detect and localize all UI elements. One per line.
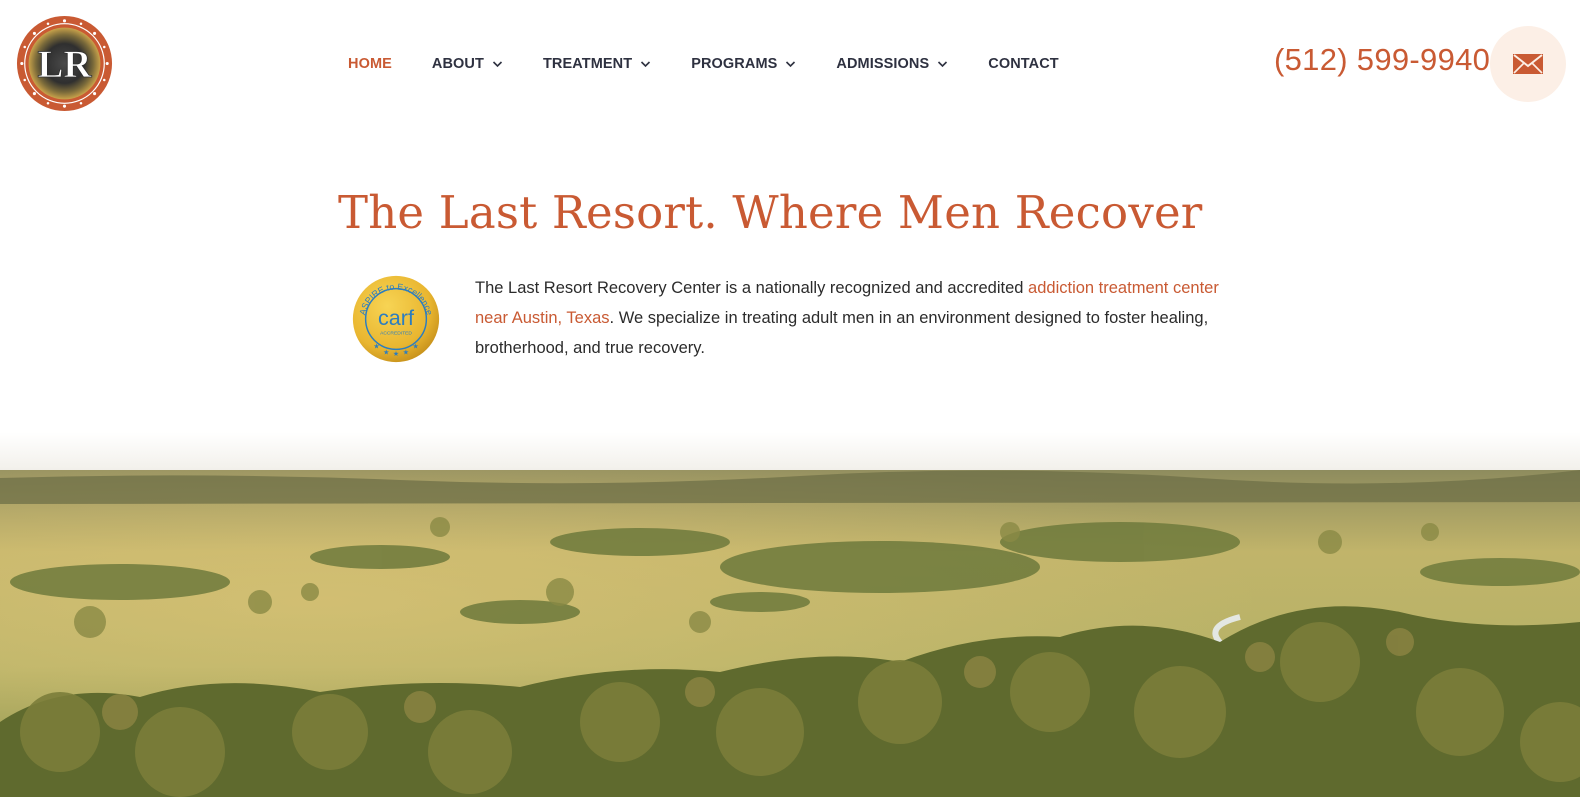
svg-text:★: ★ <box>393 350 399 358</box>
svg-text:★: ★ <box>413 342 419 350</box>
site-logo[interactable]: LR <box>16 15 113 112</box>
nav-contact[interactable]: CONTACT <box>988 56 1059 72</box>
intro-paragraph: The Last Resort Recovery Center is a nat… <box>475 273 1245 363</box>
nav-programs[interactable]: PROGRAMS <box>691 56 796 72</box>
nav-contact-label: CONTACT <box>988 56 1059 72</box>
chevron-down-icon <box>786 61 796 68</box>
hero-landscape-image <box>0 432 1580 797</box>
badge-subtext: ACCREDITED <box>380 331 412 337</box>
logo-monogram: LR <box>38 43 93 86</box>
nav-treatment-label: TREATMENT <box>542 56 633 72</box>
email-button[interactable] <box>1490 26 1566 102</box>
nav-about[interactable]: ABOUT <box>432 56 503 72</box>
nav-admissions-label: ADMISSIONS <box>836 56 930 72</box>
badge-name: carf <box>378 305 415 330</box>
chevron-down-icon <box>492 61 503 68</box>
site-header: LR HOME ABOUT TREATMENT PROGRAMS ADMISSI… <box>0 0 1580 128</box>
main-nav: HOME ABOUT TREATMENT PROGRAMS ADMISSIONS… <box>348 52 1099 76</box>
svg-text:★: ★ <box>383 348 389 356</box>
page-title: The Last Resort. Where Men Recover <box>338 186 1203 239</box>
phone-link[interactable]: (512) 599-9940 <box>1274 42 1490 78</box>
nav-home[interactable]: HOME <box>348 56 392 72</box>
nav-admissions[interactable]: ADMISSIONS <box>836 56 948 72</box>
envelope-icon <box>1513 54 1543 74</box>
svg-text:★: ★ <box>403 348 409 356</box>
nav-treatment[interactable]: TREATMENT <box>543 56 651 72</box>
nav-about-label: ABOUT <box>431 56 484 72</box>
intro-text-part1: The Last Resort Recovery Center is a nat… <box>475 279 1029 297</box>
chevron-down-icon <box>938 61 948 68</box>
svg-text:★: ★ <box>373 342 379 350</box>
nav-home-label: HOME <box>348 56 392 72</box>
chevron-down-icon <box>641 61 651 68</box>
nav-programs-label: PROGRAMS <box>691 56 778 72</box>
carf-accreditation-badge: ASPIRE to Excellence carf ACCREDITED ★ ★… <box>352 275 440 363</box>
